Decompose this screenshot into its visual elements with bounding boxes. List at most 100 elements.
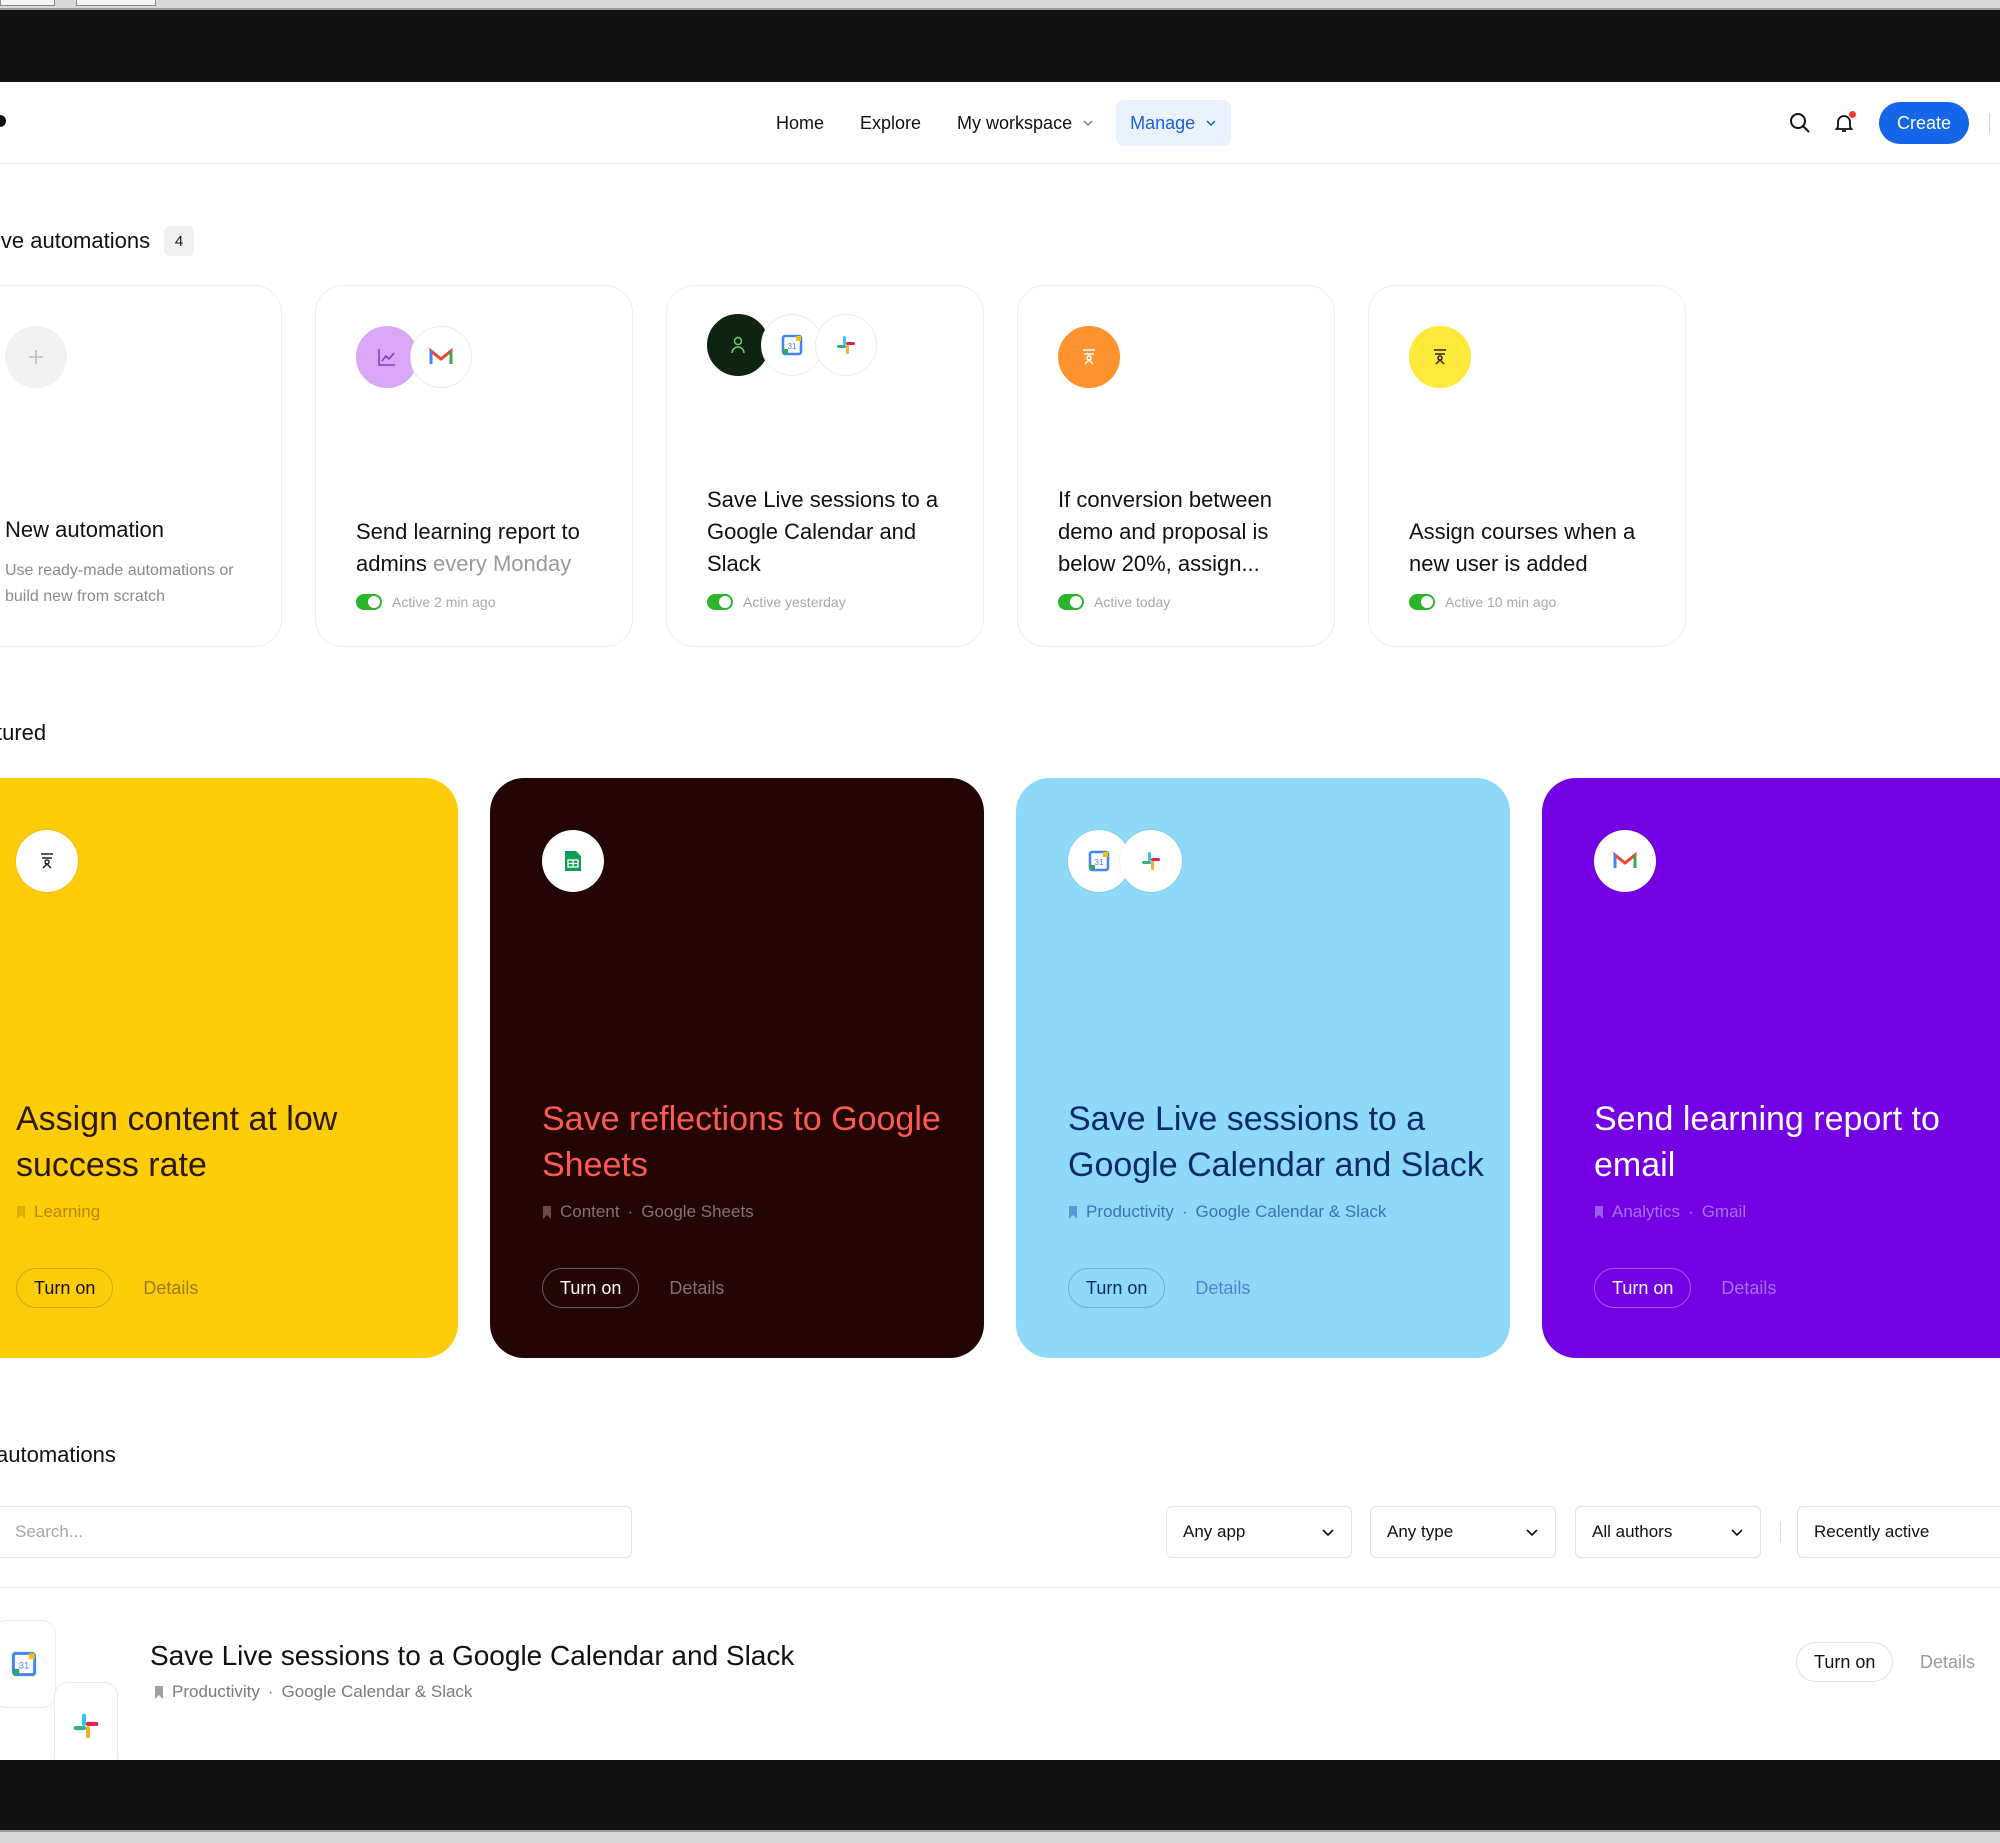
live-automation-card[interactable]: 31 Save Live sessions to a Google Calend… bbox=[666, 285, 984, 647]
details-link[interactable]: Details bbox=[1920, 1652, 1975, 1673]
featured-card-actions: Turn on Details bbox=[1068, 1268, 1250, 1308]
create-button[interactable]: Create bbox=[1878, 102, 1969, 144]
google-calendar-icon: 31 bbox=[11, 1651, 37, 1677]
filter-type-select[interactable]: Any type bbox=[1370, 1506, 1556, 1558]
chevron-down-icon bbox=[1206, 120, 1216, 127]
live-card-status: Active 2 min ago bbox=[356, 594, 496, 610]
featured-card-title: Save Live sessions to a Google Calendar … bbox=[1068, 1100, 1484, 1184]
chevron-down-icon bbox=[1731, 1529, 1743, 1537]
live-automation-card[interactable]: Assign courses when a new user is added … bbox=[1368, 285, 1686, 647]
count-badge: 4 bbox=[164, 226, 195, 256]
featured-card[interactable]: Send learning report to email Analytics … bbox=[1542, 778, 2000, 1358]
main-nav: Home Explore My workspace Manage bbox=[762, 100, 1232, 146]
nav-explore[interactable]: Explore bbox=[846, 100, 935, 146]
bookmark-icon bbox=[17, 1205, 25, 1219]
plus-icon bbox=[5, 326, 67, 388]
browser-top-strip bbox=[0, 0, 2000, 10]
svg-text:31: 31 bbox=[19, 1661, 30, 1672]
list-item-app-icon: 31 bbox=[0, 1620, 56, 1708]
turn-on-button[interactable]: Turn on bbox=[1594, 1268, 1692, 1308]
featured-card[interactable]: Assign content at low success rate Learn… bbox=[0, 778, 458, 1358]
nav-manage[interactable]: Manage bbox=[1116, 100, 1232, 146]
featured-card-title: Save reflections to Google Sheets bbox=[542, 1100, 941, 1184]
featured-card[interactable]: Save reflections to Google Sheets Conten… bbox=[490, 778, 984, 1358]
presenter-icon bbox=[16, 830, 78, 892]
list-divider bbox=[0, 1587, 2000, 1588]
svg-text:31: 31 bbox=[788, 342, 797, 351]
nav-divider bbox=[1989, 113, 1990, 133]
featured-card-actions: Turn on Details bbox=[16, 1268, 198, 1308]
details-link[interactable]: Details bbox=[1195, 1278, 1250, 1299]
new-automation-title: New automation bbox=[5, 517, 164, 542]
browser-tab[interactable] bbox=[76, 0, 156, 6]
live-automation-card[interactable]: Send learning report to admins every Mon… bbox=[315, 285, 633, 647]
details-link[interactable]: Details bbox=[669, 1278, 724, 1299]
turn-on-button[interactable]: Turn on bbox=[1068, 1268, 1166, 1308]
live-automation-card[interactable]: If conversion between demo and proposal … bbox=[1017, 285, 1335, 647]
search-button[interactable] bbox=[1779, 102, 1821, 144]
featured-card-title: Assign content at low success rate bbox=[16, 1100, 338, 1184]
presenter-icon bbox=[1409, 326, 1471, 388]
presenter-icon bbox=[1058, 326, 1120, 388]
live-card-status: Active today bbox=[1058, 594, 1170, 610]
chevron-down-icon bbox=[1083, 120, 1093, 127]
gmail-icon bbox=[410, 326, 472, 388]
live-card-icons bbox=[1058, 326, 1120, 388]
featured-heading: tured bbox=[0, 720, 47, 745]
svg-text:31: 31 bbox=[1095, 858, 1104, 867]
nav-home[interactable]: Home bbox=[762, 100, 838, 146]
top-navbar: Home Explore My workspace Manage Create bbox=[0, 82, 2000, 164]
filter-divider bbox=[1780, 1522, 1781, 1542]
featured-card-icons bbox=[542, 830, 604, 892]
live-card-icons bbox=[356, 326, 472, 388]
search-input[interactable] bbox=[15, 1522, 631, 1542]
live-automations-heading: ive automations 4 bbox=[0, 226, 195, 256]
details-link[interactable]: Details bbox=[1721, 1278, 1776, 1299]
chart-icon bbox=[356, 326, 418, 388]
turn-on-button[interactable]: Turn on bbox=[542, 1268, 640, 1308]
google-sheets-icon bbox=[542, 830, 604, 892]
active-toggle[interactable] bbox=[1058, 594, 1084, 610]
turn-on-button[interactable]: Turn on bbox=[16, 1268, 114, 1308]
search-field[interactable] bbox=[0, 1506, 632, 1558]
turn-on-button[interactable]: Turn on bbox=[1796, 1642, 1894, 1682]
search-icon bbox=[1789, 113, 1810, 133]
active-toggle[interactable] bbox=[1409, 594, 1435, 610]
nav-my-workspace[interactable]: My workspace bbox=[943, 100, 1108, 146]
sort-select[interactable]: Recently active bbox=[1797, 1506, 2000, 1558]
live-card-icons bbox=[5, 326, 67, 388]
chevron-down-icon bbox=[1526, 1529, 1538, 1537]
notifications-button[interactable] bbox=[1823, 102, 1865, 144]
active-toggle[interactable] bbox=[356, 594, 382, 610]
page-viewport: Home Explore My workspace Manage Create bbox=[0, 82, 2000, 1760]
featured-card-icons: 31 bbox=[1068, 830, 1182, 892]
details-link[interactable]: Details bbox=[143, 1278, 198, 1299]
filter-authors-select[interactable]: All authors bbox=[1575, 1506, 1761, 1558]
live-card-status: Active yesterday bbox=[707, 594, 846, 610]
list-item-meta: Productivity · Google Calendar & Slack bbox=[154, 1682, 472, 1702]
notification-badge bbox=[1848, 111, 1856, 118]
list-item-app-icon bbox=[54, 1682, 118, 1760]
featured-card-meta: Analytics · Gmail bbox=[1594, 1202, 1746, 1222]
featured-card-meta: Learning bbox=[16, 1202, 100, 1222]
browser-tab[interactable] bbox=[0, 0, 55, 6]
featured-card-icons bbox=[16, 830, 78, 892]
featured-card-title: Send learning report to email bbox=[1594, 1100, 1940, 1184]
bookmark-icon bbox=[1069, 1205, 1077, 1219]
featured-card-actions: Turn on Details bbox=[542, 1268, 724, 1308]
slack-icon bbox=[815, 314, 877, 376]
slack-icon bbox=[73, 1713, 99, 1739]
logo[interactable] bbox=[0, 115, 6, 127]
active-toggle[interactable] bbox=[707, 594, 733, 610]
featured-card-icons bbox=[1594, 830, 1656, 892]
live-card-title: Save Live sessions to a Google Calendar … bbox=[707, 487, 939, 576]
nav-actions: Create bbox=[1779, 100, 2000, 146]
browser-bottom-strip bbox=[0, 1830, 2000, 1843]
featured-card[interactable]: 31 Save Live sessions to a Google Calend… bbox=[1016, 778, 1510, 1358]
featured-card-actions: Turn on Details bbox=[1594, 1268, 1776, 1308]
filter-app-select[interactable]: Any app bbox=[1166, 1506, 1352, 1558]
live-card-status: Active 10 min ago bbox=[1409, 594, 1556, 610]
featured-card-meta: Productivity · Google Calendar & Slack bbox=[1068, 1202, 1386, 1222]
list-item-title[interactable]: Save Live sessions to a Google Calendar … bbox=[150, 1640, 794, 1672]
new-automation-card[interactable]: New automation Use ready-made automation… bbox=[0, 285, 282, 647]
